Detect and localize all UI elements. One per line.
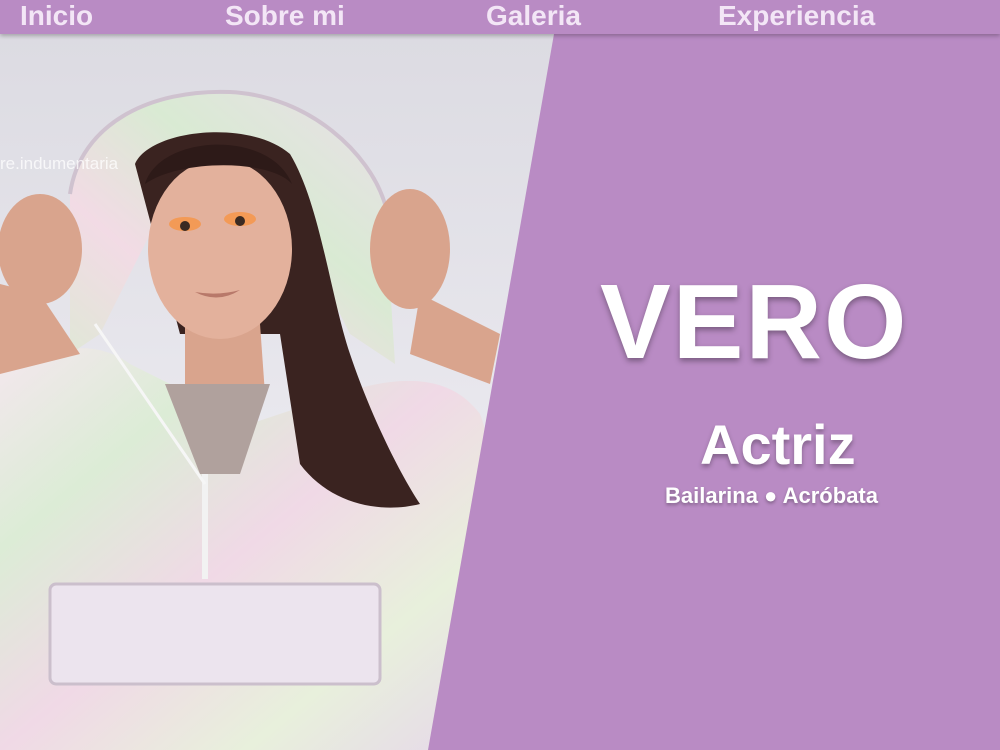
hero-name: VERO xyxy=(600,263,909,381)
nav-link-galeria[interactable]: Galeria xyxy=(486,0,581,34)
nav-link-sobre-mi[interactable]: Sobre mi xyxy=(225,0,345,34)
top-nav: Inicio Sobre mi Galeria Experiencia xyxy=(0,0,1000,34)
hero-role: Actriz xyxy=(700,413,856,476)
photo-watermark: re.indumentaria xyxy=(0,154,119,173)
nav-link-experiencia[interactable]: Experiencia xyxy=(718,0,875,34)
hero-skills: Bailarina ● Acróbata xyxy=(665,483,878,508)
nav-link-inicio[interactable]: Inicio xyxy=(20,0,93,34)
